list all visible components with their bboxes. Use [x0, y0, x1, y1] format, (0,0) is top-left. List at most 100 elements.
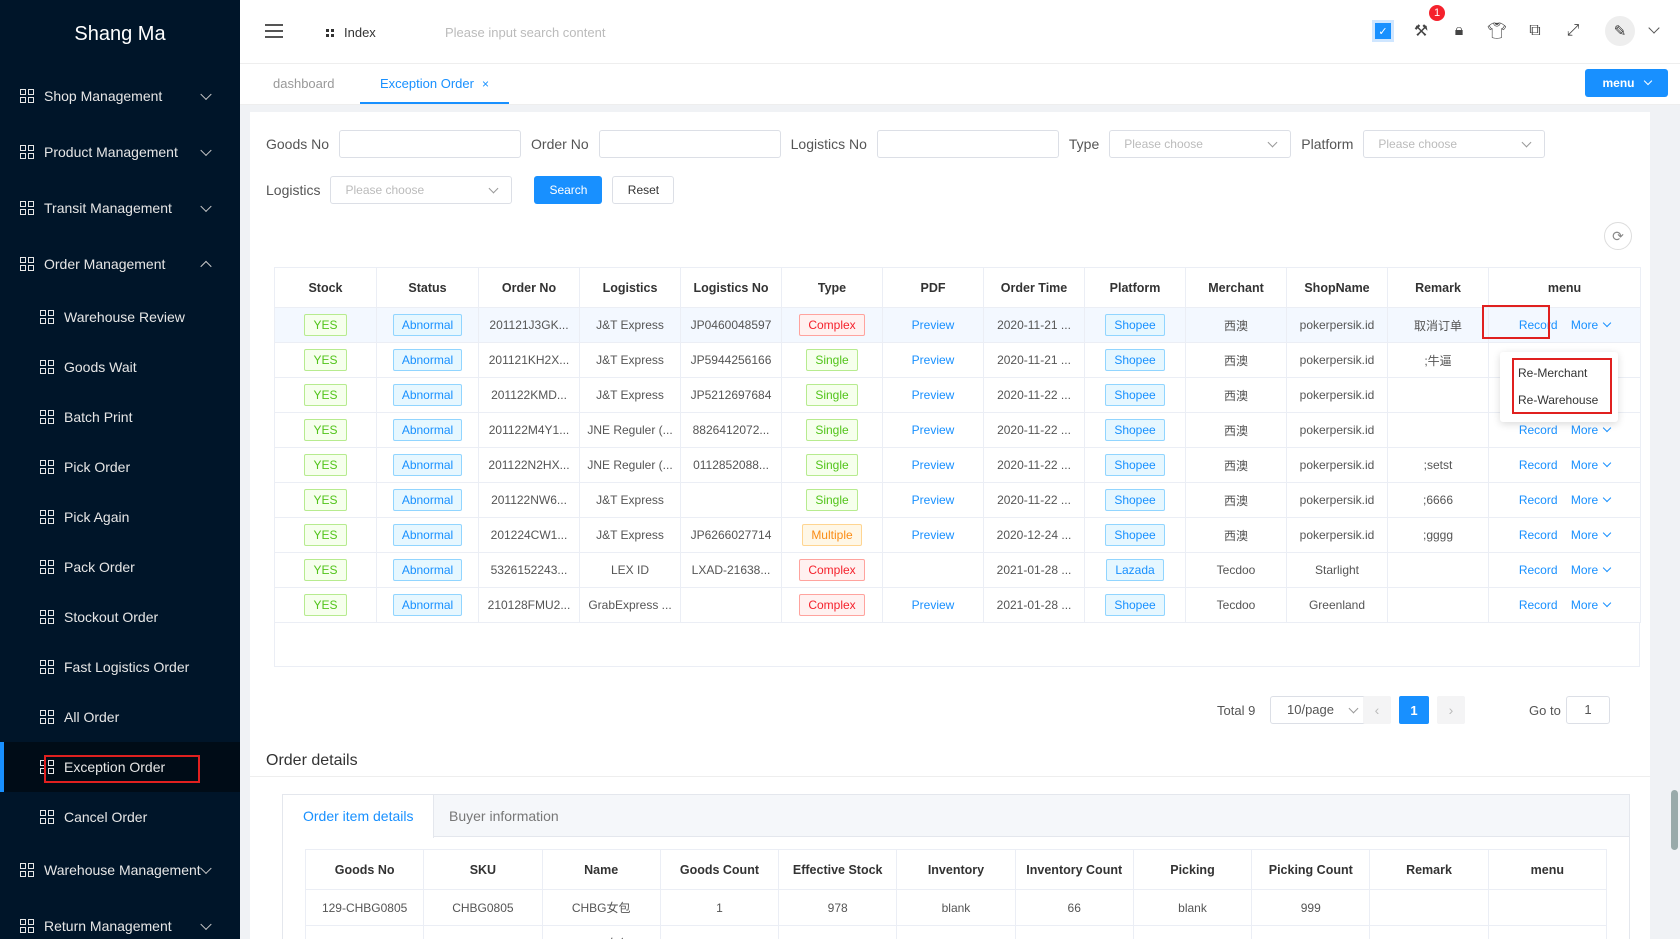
type-select[interactable]: Please choose [1109, 130, 1292, 158]
checkbox-icon[interactable]: ✓ [1372, 20, 1394, 42]
more-link[interactable]: More [1571, 318, 1612, 332]
column-header[interactable]: Status [376, 267, 479, 308]
preview-link[interactable]: Preview [912, 318, 955, 332]
column-header[interactable]: menu [1488, 267, 1641, 308]
more-link[interactable]: More [1571, 493, 1612, 507]
column-header[interactable]: PDF [882, 267, 984, 308]
table-row[interactable]: YES Abnormal 210128FMU2... GrabExpress ... C… [274, 587, 1641, 623]
avatar[interactable]: ✎ [1605, 16, 1635, 46]
sidebar-item-all-order[interactable]: All Order [0, 692, 240, 742]
sidebar-item-pack-order[interactable]: Pack Order [0, 542, 240, 592]
sidebar-item-goods-wait[interactable]: Goods Wait [0, 342, 240, 392]
shirt-icon[interactable]: 👕︎ [1486, 20, 1508, 42]
column-header[interactable]: Inventory Count [1014, 849, 1134, 890]
sidebar-group-shop[interactable]: Shop Management [0, 68, 240, 124]
more-link[interactable]: More [1571, 423, 1612, 437]
current-page[interactable]: 1 [1399, 696, 1429, 724]
column-header[interactable]: Goods No [304, 849, 425, 890]
scrollbar-thumb[interactable] [1671, 790, 1678, 850]
index-link[interactable]: Index [326, 25, 376, 40]
record-link[interactable]: Record [1519, 458, 1558, 472]
table-row[interactable]: 129-CHBG0805 CHBG0805 CHBG女包 1 978 blank 66 bla… [304, 889, 1608, 926]
column-header[interactable]: Picking Count [1251, 849, 1371, 890]
column-header[interactable]: ShopName [1286, 267, 1388, 308]
refresh-icon[interactable]: ⟳ [1604, 222, 1632, 250]
preview-link[interactable]: Preview [912, 353, 955, 367]
column-header[interactable]: Goods Count [659, 849, 780, 890]
sidebar-group-product[interactable]: Product Management [0, 124, 240, 180]
lock-icon[interactable]: 🔒︎ [1448, 20, 1470, 42]
column-header[interactable]: Order Time [983, 267, 1085, 308]
column-header[interactable]: Logistics [579, 267, 681, 308]
record-link[interactable]: Record [1519, 598, 1558, 612]
more-link[interactable]: More [1571, 458, 1612, 472]
sidebar-item-stockout-order[interactable]: Stockout Order [0, 592, 240, 642]
sidebar-item-exception-order[interactable]: Exception Order [0, 742, 240, 792]
preview-link[interactable]: Preview [912, 458, 955, 472]
column-header[interactable]: Remark [1369, 849, 1489, 890]
preview-link[interactable]: Preview [912, 423, 955, 437]
record-link[interactable]: Record [1519, 528, 1558, 542]
table-row[interactable]: YES Abnormal 201122M4Y1... JNE Reguler (...… [274, 412, 1641, 448]
column-header[interactable]: menu [1487, 849, 1608, 890]
column-header[interactable]: Remark [1387, 267, 1489, 308]
table-row[interactable]: YES Abnormal 201122N2HX... JNE Reguler (...… [274, 447, 1641, 483]
platform-select[interactable]: Please choose [1363, 130, 1546, 158]
column-header[interactable]: Logistics No [680, 267, 782, 308]
preview-link[interactable]: Preview [912, 388, 955, 402]
fullscreen-icon[interactable]: ⤢ [1562, 20, 1584, 42]
search-input[interactable]: Please input search content [445, 25, 605, 40]
column-header[interactable]: Inventory [896, 849, 1016, 890]
record-link[interactable]: Record [1519, 563, 1558, 577]
sidebar-group-order[interactable]: Order Management [0, 236, 240, 292]
sidebar-item-batch-print[interactable]: Batch Print [0, 392, 240, 442]
goto-page-input[interactable]: 1 [1566, 696, 1610, 724]
more-link[interactable]: More [1571, 528, 1612, 542]
preview-link[interactable]: Preview [912, 493, 955, 507]
next-page-button[interactable]: › [1437, 696, 1465, 724]
sidebar-group-warehouse[interactable]: Warehouse Management [0, 842, 240, 898]
table-row[interactable]: YES Abnormal 201121J3GK... J&T Express JP046… [274, 307, 1641, 343]
hamburger-icon[interactable] [265, 24, 283, 38]
preview-link[interactable]: Preview [912, 528, 955, 542]
menu-button[interactable]: menu [1585, 69, 1668, 97]
menu-item-re-warehouse[interactable]: Re-Warehouse [1518, 393, 1598, 407]
close-icon[interactable]: × [482, 77, 489, 91]
sidebar-item-cancel-order[interactable]: Cancel Order [0, 792, 240, 842]
sidebar-item-pick-order[interactable]: Pick Order [0, 442, 240, 492]
column-header[interactable]: Merchant [1185, 267, 1287, 308]
table-row[interactable]: YES Abnormal 201122NW6... J&T Express Single… [274, 482, 1641, 518]
notification-icon[interactable]: ⚒ 1 [1410, 5, 1445, 42]
more-link[interactable]: More [1571, 598, 1612, 612]
preview-link[interactable]: Preview [912, 598, 955, 612]
sidebar-item-warehouse-review[interactable]: Warehouse Review [0, 292, 240, 342]
order-no-input[interactable] [598, 130, 781, 158]
column-header[interactable]: Picking [1132, 849, 1253, 890]
table-row[interactable]: YES Abnormal 5326152243... LEX ID LXAD-21638… [274, 552, 1641, 588]
table-row[interactable]: YES Abnormal 201122KMD... J&T Express JP5212… [274, 377, 1641, 413]
goods-no-input[interactable] [339, 130, 522, 158]
column-header[interactable]: Order No [478, 267, 580, 308]
reset-button[interactable]: Reset [612, 176, 675, 204]
record-link[interactable]: Record [1519, 318, 1558, 332]
prev-page-button[interactable]: ‹ [1363, 696, 1391, 724]
table-row[interactable]: 129-CHBG0806CHBG0806CHBG女包1978blank4blan… [304, 925, 1608, 939]
more-link[interactable]: More [1571, 563, 1612, 577]
column-header[interactable]: Effective Stock [778, 849, 898, 890]
table-row[interactable]: YES Abnormal 201224CW1... J&T Express JP6266… [274, 517, 1641, 553]
logistics-no-input[interactable] [876, 130, 1059, 158]
record-link[interactable]: Record [1519, 493, 1558, 507]
table-row[interactable]: YES Abnormal 201121KH2X... J&T Express JP594… [274, 342, 1641, 378]
record-link[interactable]: Record [1519, 423, 1558, 437]
column-header[interactable]: Platform [1084, 267, 1186, 308]
sidebar-item-fast-logistics-order[interactable]: Fast Logistics Order [0, 642, 240, 692]
tab-buyer-information[interactable]: Buyer information [429, 795, 579, 838]
search-button[interactable]: Search [534, 176, 603, 204]
column-header[interactable]: SKU [423, 849, 543, 890]
tab-order-item-details[interactable]: Order item details [283, 795, 435, 838]
sidebar-group-transit[interactable]: Transit Management [0, 180, 240, 236]
tab-exception-order[interactable]: Exception Order × [360, 64, 509, 104]
sidebar-item-pick-again[interactable]: Pick Again [0, 492, 240, 542]
page-size-select[interactable]: 10/page [1270, 696, 1370, 724]
tab-dashboard[interactable]: dashboard [273, 64, 334, 104]
